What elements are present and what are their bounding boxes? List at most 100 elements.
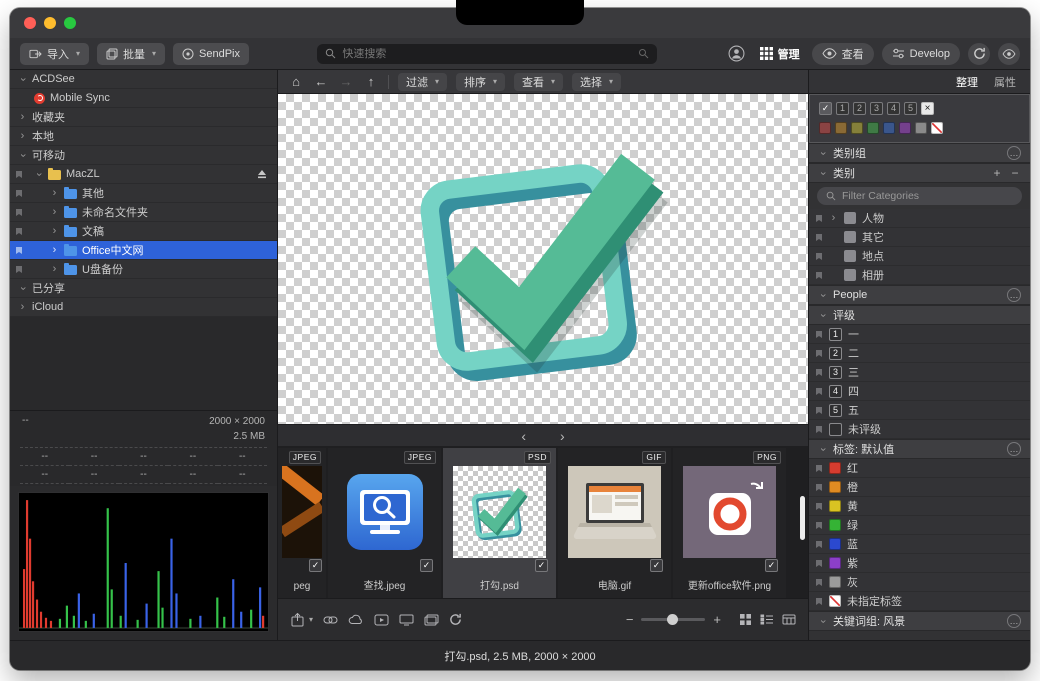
chevron-right-icon[interactable]: › — [50, 207, 59, 218]
eject-icon[interactable] — [257, 170, 267, 179]
label-item-gray[interactable]: 灰 — [809, 573, 1030, 592]
color-label-purple[interactable] — [899, 122, 911, 134]
thumbnail-4[interactable]: PNG ✓ 更新office软件.png — [673, 448, 786, 598]
tree-item-icloud[interactable]: › iCloud — [10, 298, 277, 317]
thumbnail-checkbox[interactable]: ✓ — [765, 559, 778, 572]
preview-eye-button[interactable] — [998, 43, 1020, 65]
thumbnail-2-selected[interactable]: PSD ✓ 打勾.psd — [443, 448, 556, 598]
more-icon[interactable]: … — [1007, 288, 1021, 302]
chevron-down-icon[interactable]: › — [33, 170, 44, 179]
thumbnail-1[interactable]: JPEG ✓ 查找.jp — [328, 448, 441, 598]
thumbnail-checkbox[interactable]: ✓ — [309, 559, 322, 572]
chevron-right-icon[interactable]: › — [50, 226, 59, 237]
category-item-places[interactable]: › 地点 — [809, 247, 1030, 266]
tree-item-maczl[interactable]: › MacZL — [10, 165, 277, 184]
filter-dropdown[interactable]: 过滤 ▾ — [398, 73, 447, 91]
section-categories[interactable]: › 类别 + − — [809, 163, 1030, 183]
forward-icon[interactable]: → — [338, 75, 354, 88]
rating-3-box[interactable]: 3 — [870, 102, 883, 115]
thumbnail-checkbox[interactable]: ✓ — [420, 559, 433, 572]
tree-item-other[interactable]: › 其他 — [10, 184, 277, 203]
search-input[interactable] — [342, 48, 632, 60]
link-button[interactable] — [323, 616, 338, 624]
rating-4-box[interactable]: 4 — [887, 102, 900, 115]
quick-search-field[interactable] — [317, 44, 657, 64]
rating-item-4[interactable]: 4 四 — [809, 382, 1030, 401]
category-item-other[interactable]: › 其它 — [809, 228, 1030, 247]
category-item-albums[interactable]: › 相册 — [809, 266, 1030, 285]
color-label-orange[interactable] — [835, 122, 847, 134]
section-people[interactable]: › People … — [809, 285, 1030, 305]
section-ratings[interactable]: › 评级 — [809, 305, 1030, 325]
zoom-button[interactable] — [64, 17, 76, 29]
tree-item-mobile-sync[interactable]: Mobile Sync — [10, 89, 277, 108]
chevron-right-icon[interactable]: › — [18, 302, 27, 313]
sync-icon-button[interactable] — [968, 43, 990, 65]
tree-item-unnamed-folder[interactable]: › 未命名文件夹 — [10, 203, 277, 222]
color-label-red[interactable] — [819, 122, 831, 134]
view-mode-button[interactable]: 查看 — [812, 43, 874, 65]
rating-1-box[interactable]: 1 — [836, 102, 849, 115]
home-icon[interactable]: ⌂ — [288, 75, 304, 88]
tree-item-removable[interactable]: › 可移动 — [10, 146, 277, 165]
chevron-right-icon[interactable]: › — [50, 245, 59, 256]
tree-item-shared[interactable]: › 已分享 — [10, 279, 277, 298]
select-dropdown[interactable]: 选择 ▾ — [572, 73, 621, 91]
list-view-button[interactable] — [760, 614, 774, 625]
chevron-right-icon[interactable]: › — [829, 213, 838, 224]
chevron-right-icon[interactable]: › — [18, 131, 27, 142]
view-dropdown[interactable]: 查看 ▾ — [514, 73, 563, 91]
sendpix-button[interactable]: SendPix — [173, 43, 249, 65]
zoom-slider-knob[interactable] — [667, 614, 678, 625]
chevron-right-icon[interactable]: › — [50, 188, 59, 199]
label-item-orange[interactable]: 橙 — [809, 478, 1030, 497]
thumbnail-0[interactable]: JPEG ✓ peg — [278, 448, 326, 598]
color-label-blue[interactable] — [883, 122, 895, 134]
tree-item-office-selected[interactable]: › Office中文网 — [10, 241, 277, 260]
rating-item-unrated[interactable]: 未评级 — [809, 420, 1030, 439]
filmstrip-scrollbar[interactable] — [800, 496, 805, 540]
zoom-slider[interactable] — [641, 618, 705, 621]
video-button[interactable] — [374, 614, 389, 626]
tab-organize[interactable]: 整理 — [956, 74, 978, 90]
close-button[interactable] — [24, 17, 36, 29]
sort-dropdown[interactable]: 排序 ▾ — [456, 73, 505, 91]
category-item-people[interactable]: › 人物 — [809, 209, 1030, 228]
minimize-button[interactable] — [44, 17, 56, 29]
rating-item-5[interactable]: 5 五 — [809, 401, 1030, 420]
more-icon[interactable]: … — [1007, 614, 1021, 628]
account-icon[interactable] — [726, 43, 748, 65]
label-item-red[interactable]: 红 — [809, 459, 1030, 478]
previous-image-icon[interactable]: ‹ — [521, 428, 526, 444]
up-icon[interactable]: ↑ — [363, 75, 379, 88]
label-item-yellow[interactable]: 黄 — [809, 497, 1030, 516]
more-icon[interactable]: … — [1007, 442, 1021, 456]
next-image-icon[interactable]: › — [560, 428, 565, 444]
filter-categories-field[interactable] — [817, 187, 1022, 205]
saved-search-icon[interactable] — [638, 48, 649, 59]
batch-button[interactable]: 批量 ▾ — [97, 43, 165, 65]
color-label-none[interactable] — [931, 122, 943, 134]
remove-category-icon[interactable]: − — [1009, 167, 1021, 179]
chevron-down-icon[interactable]: › — [17, 75, 28, 84]
thumbnail-checkbox[interactable]: ✓ — [650, 559, 663, 572]
rating-item-1[interactable]: 1 一 — [809, 325, 1030, 344]
manage-mode-button[interactable]: 管理 — [756, 46, 804, 62]
clear-rating-box[interactable]: × — [921, 102, 934, 115]
image-preview[interactable] — [278, 94, 808, 424]
section-keyword-groups[interactable]: › 关键词组: 风景 … — [809, 611, 1030, 631]
zoom-in-icon[interactable]: + — [713, 612, 721, 627]
rating-2-box[interactable]: 2 — [853, 102, 866, 115]
label-item-blue[interactable]: 蓝 — [809, 535, 1030, 554]
color-label-yellow[interactable] — [851, 122, 863, 134]
section-category-groups[interactable]: › 类别组 … — [809, 143, 1030, 163]
details-view-button[interactable] — [782, 614, 796, 625]
rating-item-2[interactable]: 2 二 — [809, 344, 1030, 363]
rating-5-box[interactable]: 5 — [904, 102, 917, 115]
chevron-down-icon[interactable]: › — [17, 284, 28, 293]
slideshow-button[interactable] — [399, 614, 414, 626]
chevron-right-icon[interactable]: › — [50, 264, 59, 275]
filter-categories-input[interactable] — [842, 190, 1013, 202]
thumbnail-3[interactable]: GIF — [558, 448, 671, 598]
tree-item-favorites[interactable]: › 收藏夹 — [10, 108, 277, 127]
